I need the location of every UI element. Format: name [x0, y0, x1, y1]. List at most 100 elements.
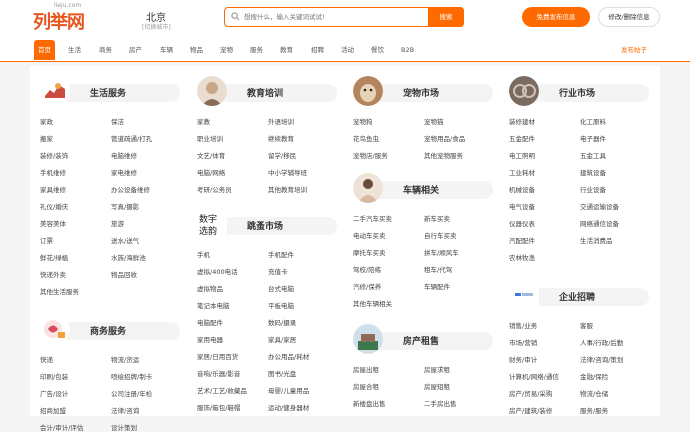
nav-item-jobs[interactable]: 招聘	[311, 40, 324, 60]
category-link[interactable]: 租车/代驾	[424, 264, 452, 274]
section-title[interactable]: 房产租售	[403, 334, 439, 347]
category-link[interactable]: 财务/审计	[509, 354, 537, 364]
category-link[interactable]: 办公用品/耗材	[268, 351, 309, 361]
category-link[interactable]: 职业培训	[197, 133, 223, 143]
category-link[interactable]: 电动车买卖	[353, 230, 386, 240]
edit-delete-button[interactable]: 修改/删除信息	[598, 7, 660, 27]
category-link[interactable]: 金融/保险	[580, 371, 608, 381]
nav-item-food[interactable]: 餐饮	[371, 40, 384, 60]
category-link[interactable]: 鲜花/绿植	[40, 252, 68, 262]
category-link[interactable]: 充值卡	[268, 266, 288, 276]
category-link[interactable]: 快递外卖	[40, 269, 66, 279]
category-link[interactable]: 继续教育	[268, 133, 294, 143]
nav-item-car[interactable]: 车辆	[160, 40, 173, 60]
section-title[interactable]: 宠物市场	[403, 86, 439, 99]
category-link[interactable]: 房屋出租	[353, 364, 379, 374]
nav-item-service[interactable]: 服务	[250, 40, 263, 60]
category-link[interactable]: 摩托车买卖	[353, 247, 386, 257]
category-link[interactable]: 母婴/儿童用品	[268, 385, 309, 395]
category-link[interactable]: 其他宠物服务	[424, 150, 463, 160]
nav-item-life[interactable]: 生活	[68, 40, 81, 60]
nav-item-goods[interactable]: 物品	[190, 40, 203, 60]
category-link[interactable]: 交通运输设备	[580, 201, 619, 211]
category-link[interactable]: 手机配件	[268, 249, 294, 259]
nav-item-pet[interactable]: 宠物	[220, 40, 233, 60]
section-title[interactable]: 商务服务	[90, 324, 126, 337]
category-link[interactable]: 平板电脑	[268, 300, 294, 310]
category-link[interactable]: 管道疏通/打孔	[111, 133, 152, 143]
category-link[interactable]: 自行车买卖	[424, 230, 457, 240]
category-link[interactable]: 旅游	[111, 218, 124, 228]
category-link[interactable]: 二手汽车买卖	[353, 213, 392, 223]
nav-item-business[interactable]: 商务	[99, 40, 112, 60]
category-link[interactable]: 房屋短租	[424, 381, 450, 391]
category-link[interactable]: 喷绘招牌/制卡	[111, 371, 152, 381]
category-link[interactable]: 房产/贸易/采购	[509, 388, 552, 398]
category-link[interactable]: 车辆配件	[424, 281, 450, 291]
category-link[interactable]: 宠物店/服务	[353, 150, 388, 160]
category-link[interactable]: 房屋求租	[424, 364, 450, 374]
category-link[interactable]: 艺术/工艺/收藏品	[197, 385, 247, 395]
category-link[interactable]: 外语培训	[268, 116, 294, 126]
category-link[interactable]: 广告/设计	[40, 388, 68, 398]
category-link[interactable]: 家用电器	[197, 334, 223, 344]
category-link[interactable]: 留学/移民	[268, 150, 296, 160]
category-link[interactable]: 美容美体	[40, 218, 66, 228]
category-link[interactable]: 房产/建筑/装修	[509, 405, 552, 415]
category-link[interactable]: 销售/业务	[509, 320, 537, 330]
category-link[interactable]: 印刷/包装	[40, 371, 68, 381]
category-link[interactable]: 服饰/箱包/鞋帽	[197, 402, 240, 412]
section-title[interactable]: 企业招聘	[559, 290, 595, 303]
category-link[interactable]: 写真/摄影	[111, 201, 139, 211]
category-link[interactable]: 家政	[40, 116, 53, 126]
category-link[interactable]: 服务/服务	[580, 405, 608, 415]
nav-item-events[interactable]: 活动	[341, 40, 354, 60]
category-link[interactable]: 花鸟鱼虫	[353, 133, 379, 143]
category-link[interactable]: 电脑配件	[197, 317, 223, 327]
nav-item-home[interactable]: 首页	[34, 40, 55, 60]
category-link[interactable]: 法律/咨询	[111, 405, 139, 415]
category-link[interactable]: 电脑维修	[111, 150, 137, 160]
category-link[interactable]: 笔记本电脑	[197, 300, 230, 310]
category-link[interactable]: 会计/审计/评估	[40, 422, 83, 432]
category-link[interactable]: 礼仪/婚庆	[40, 201, 68, 211]
category-link[interactable]: 快递	[40, 354, 53, 364]
section-title[interactable]: 跳蚤市场	[247, 219, 283, 232]
category-link[interactable]: 装修/装饰	[40, 150, 68, 160]
category-link[interactable]: 公司注册/年检	[111, 388, 152, 398]
category-link[interactable]: 装修建材	[509, 116, 535, 126]
category-link[interactable]: 水族/海鲜池	[111, 252, 146, 262]
category-link[interactable]: 手机	[197, 249, 210, 259]
category-link[interactable]: 宠物猫	[424, 116, 444, 126]
category-link[interactable]: 仪器仪表	[509, 218, 535, 228]
category-link[interactable]: 物流/货运	[111, 354, 139, 364]
category-link[interactable]: 化工原料	[580, 116, 606, 126]
section-title[interactable]: 车辆相关	[403, 183, 439, 196]
switch-city-link[interactable]: [切换城市]	[142, 22, 171, 31]
post-link[interactable]: 发布帖子	[621, 40, 647, 60]
category-link[interactable]: 计算机/网络/通信	[509, 371, 559, 381]
category-link[interactable]: 文艺/体育	[197, 150, 225, 160]
category-link[interactable]: 订票	[40, 235, 53, 245]
category-link[interactable]: 台式电脑	[268, 283, 294, 293]
category-link[interactable]: 网络通信设备	[580, 218, 619, 228]
category-link[interactable]: 宠物狗	[353, 116, 373, 126]
category-link[interactable]: 手机维修	[40, 167, 66, 177]
category-link[interactable]: 工业耗材	[509, 167, 535, 177]
category-link[interactable]: 考研/公务员	[197, 184, 232, 194]
category-link[interactable]: 宠物用品/食品	[424, 133, 465, 143]
category-link[interactable]: 其他车辆相关	[353, 298, 392, 308]
nav-item-edu[interactable]: 教育	[280, 40, 293, 60]
nav-item-b2b[interactable]: B2B	[401, 40, 414, 60]
category-link[interactable]: 音响/乐器/影音	[197, 368, 240, 378]
category-link[interactable]: 客服	[580, 320, 593, 330]
category-link[interactable]: 五金工具	[580, 150, 606, 160]
category-link[interactable]: 设计策划	[111, 422, 137, 432]
category-link[interactable]: 新车买卖	[424, 213, 450, 223]
category-link[interactable]: 新楼盘出售	[353, 398, 386, 408]
category-link[interactable]: 生活消费品	[580, 235, 613, 245]
category-link[interactable]: 其他教育培训	[268, 184, 307, 194]
category-link[interactable]: 家具维修	[40, 184, 66, 194]
category-link[interactable]: 二手房出售	[424, 398, 457, 408]
category-link[interactable]: 图书/光盘	[268, 368, 296, 378]
